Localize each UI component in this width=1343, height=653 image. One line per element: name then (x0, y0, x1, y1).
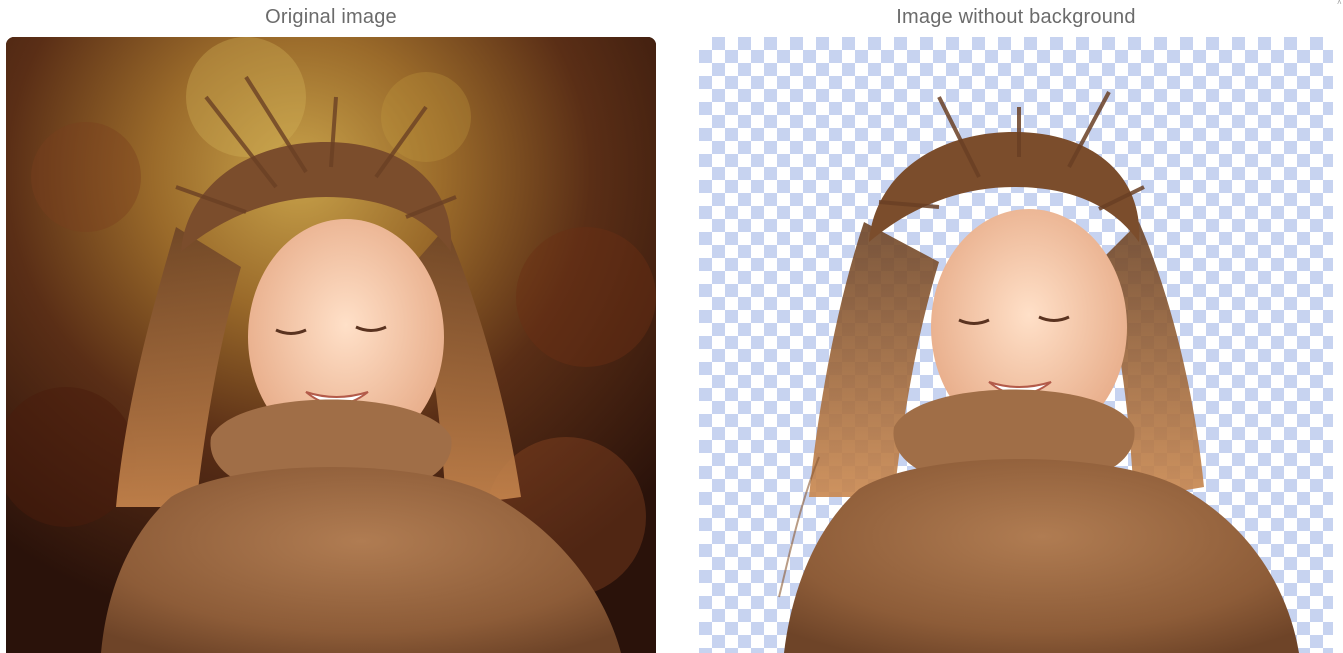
comparison-view: Original image Image without background (0, 0, 1343, 653)
original-image (6, 37, 656, 653)
original-image-caption: Original image (265, 6, 397, 28)
cutout-image (699, 37, 1333, 653)
cutout-image-caption: Image without background (896, 6, 1136, 28)
corner-mark-icon: ˄ (1337, 0, 1342, 7)
